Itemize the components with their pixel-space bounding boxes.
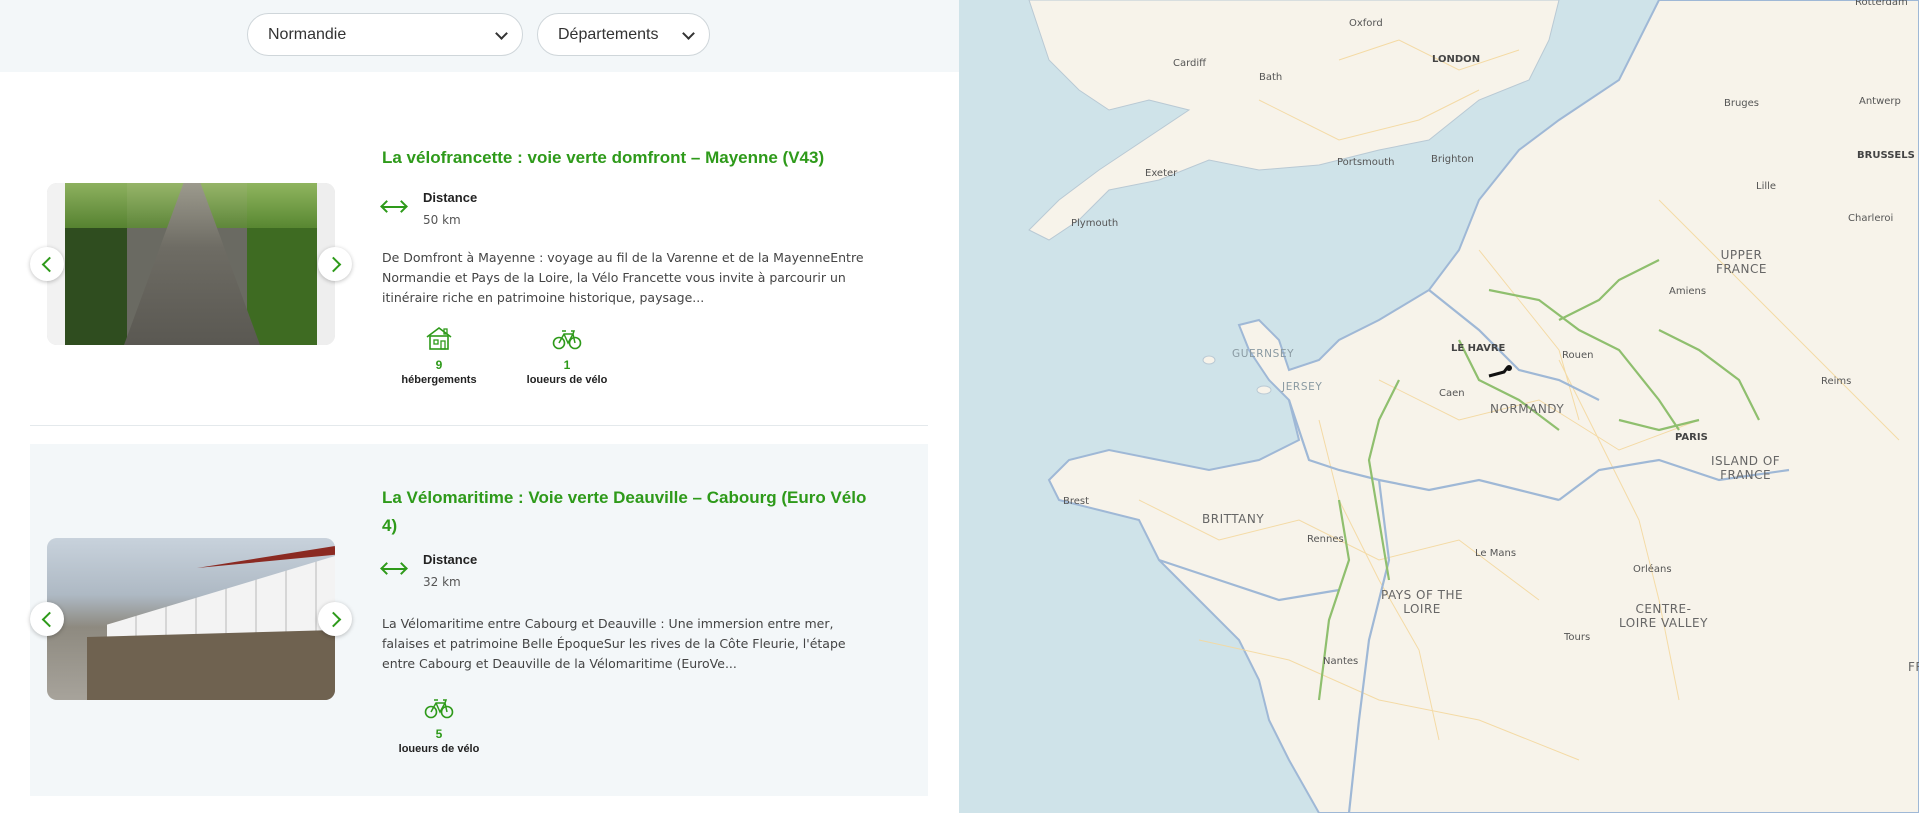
map-label: Reims <box>1821 376 1852 387</box>
map-label: ISLAND OF FRANCE <box>1711 454 1781 482</box>
map-label: GUERNSEY <box>1232 348 1295 360</box>
map-label: Brighton <box>1431 154 1474 165</box>
chevron-down-icon <box>495 27 508 40</box>
distance-label: Distance <box>423 190 478 205</box>
map-label: LE HAVRE <box>1451 343 1506 354</box>
map-label: PARIS <box>1675 432 1708 443</box>
map-label: JERSEY <box>1282 381 1323 393</box>
map-label: Charleroi <box>1848 213 1894 224</box>
map-label: Bath <box>1259 72 1283 83</box>
carousel-next-button[interactable] <box>318 602 352 636</box>
distance-arrows-icon <box>382 568 406 570</box>
route-photo <box>47 538 335 700</box>
departments-select-value: Départements <box>558 25 659 43</box>
map-label: Bruges <box>1724 98 1760 109</box>
route-title[interactable]: La vélofrancette : voie verte domfront –… <box>382 144 882 172</box>
stat-count: 9 <box>435 358 443 372</box>
route-description: De Domfront à Mayenne : voyage au fil de… <box>382 250 864 305</box>
image-carousel[interactable] <box>47 183 335 345</box>
distance-arrows-icon <box>382 206 406 208</box>
map-label: CENTRE- LOIRE VALLEY <box>1619 602 1708 630</box>
map-label: Oxford <box>1349 18 1383 29</box>
route-card[interactable]: La vélofrancette : voie verte domfront –… <box>30 108 928 426</box>
region-select[interactable]: Normandie <box>247 13 523 56</box>
stat-label: loueurs de vélo <box>398 743 480 755</box>
house-icon <box>426 327 452 350</box>
map-label: Amiens <box>1669 286 1707 297</box>
map-label: Antwerp <box>1859 96 1901 107</box>
map-label: Lille <box>1756 181 1777 192</box>
bicycle-icon <box>552 330 582 350</box>
stat-accommodations: 9 hébergements <box>389 325 489 386</box>
route-title[interactable]: La Vélomaritime : Voie verte Deauville –… <box>382 484 882 540</box>
results-panel: Normandie Départements La vélofrancette … <box>0 0 959 813</box>
stat-bike-rentals: 5 loueurs de vélo <box>389 694 489 755</box>
carousel-prev-button[interactable] <box>30 247 64 281</box>
route-description: La Vélomaritime entre Cabourg et Deauvil… <box>382 616 846 671</box>
map-label: Rouen <box>1562 350 1594 361</box>
map-label: Exeter <box>1145 168 1178 179</box>
stat-label: hébergements <box>401 374 477 386</box>
map-label: Cardiff <box>1173 58 1207 69</box>
bicycle-icon <box>424 699 454 719</box>
map-canvas[interactable] <box>959 0 1919 813</box>
map-label: BRUSSELS <box>1857 150 1915 161</box>
map-view[interactable]: Rotterdam Oxford LONDON Cardiff Bath Ant… <box>959 0 1919 813</box>
map-label: Tours <box>1564 632 1591 643</box>
carousel-next-button[interactable] <box>318 247 352 281</box>
distance-info: Distance 32 km <box>382 552 682 596</box>
distance-info: Distance 50 km <box>382 190 682 234</box>
map-label: Nantes <box>1323 656 1359 667</box>
region-select-value: Normandie <box>268 25 347 43</box>
map-label: Rennes <box>1307 534 1344 545</box>
map-label: BRITTANY <box>1202 512 1265 526</box>
map-label: Rotterdam <box>1855 0 1908 8</box>
route-card[interactable]: La Vélomaritime : Voie verte Deauville –… <box>30 444 928 796</box>
map-label: PAYS OF THE LOIRE <box>1381 588 1464 616</box>
map-label: NORMANDY <box>1490 402 1565 416</box>
distance-value: 50 km <box>423 213 461 227</box>
stat-label: loueurs de vélo <box>526 374 608 386</box>
map-label: UPPER FRANCE <box>1716 248 1767 276</box>
stat-count: 1 <box>563 358 571 372</box>
route-photo <box>47 183 335 345</box>
map-label: Brest <box>1063 496 1090 507</box>
departments-select[interactable]: Départements <box>537 13 710 56</box>
filter-bar: Normandie Départements <box>0 0 959 72</box>
map-label: Caen <box>1439 388 1465 399</box>
map-label: FR <box>1908 660 1919 674</box>
map-label: Portsmouth <box>1337 157 1395 168</box>
distance-value: 32 km <box>423 575 461 589</box>
map-label: Plymouth <box>1071 218 1119 229</box>
image-carousel[interactable] <box>47 538 335 700</box>
map-label: Le Mans <box>1475 548 1517 559</box>
map-label: LONDON <box>1432 54 1481 65</box>
map-label: Orléans <box>1633 564 1672 575</box>
chevron-down-icon <box>682 27 695 40</box>
stat-count: 5 <box>435 727 443 741</box>
stat-bike-rentals: 1 loueurs de vélo <box>517 325 617 386</box>
carousel-prev-button[interactable] <box>30 602 64 636</box>
distance-label: Distance <box>423 552 478 567</box>
